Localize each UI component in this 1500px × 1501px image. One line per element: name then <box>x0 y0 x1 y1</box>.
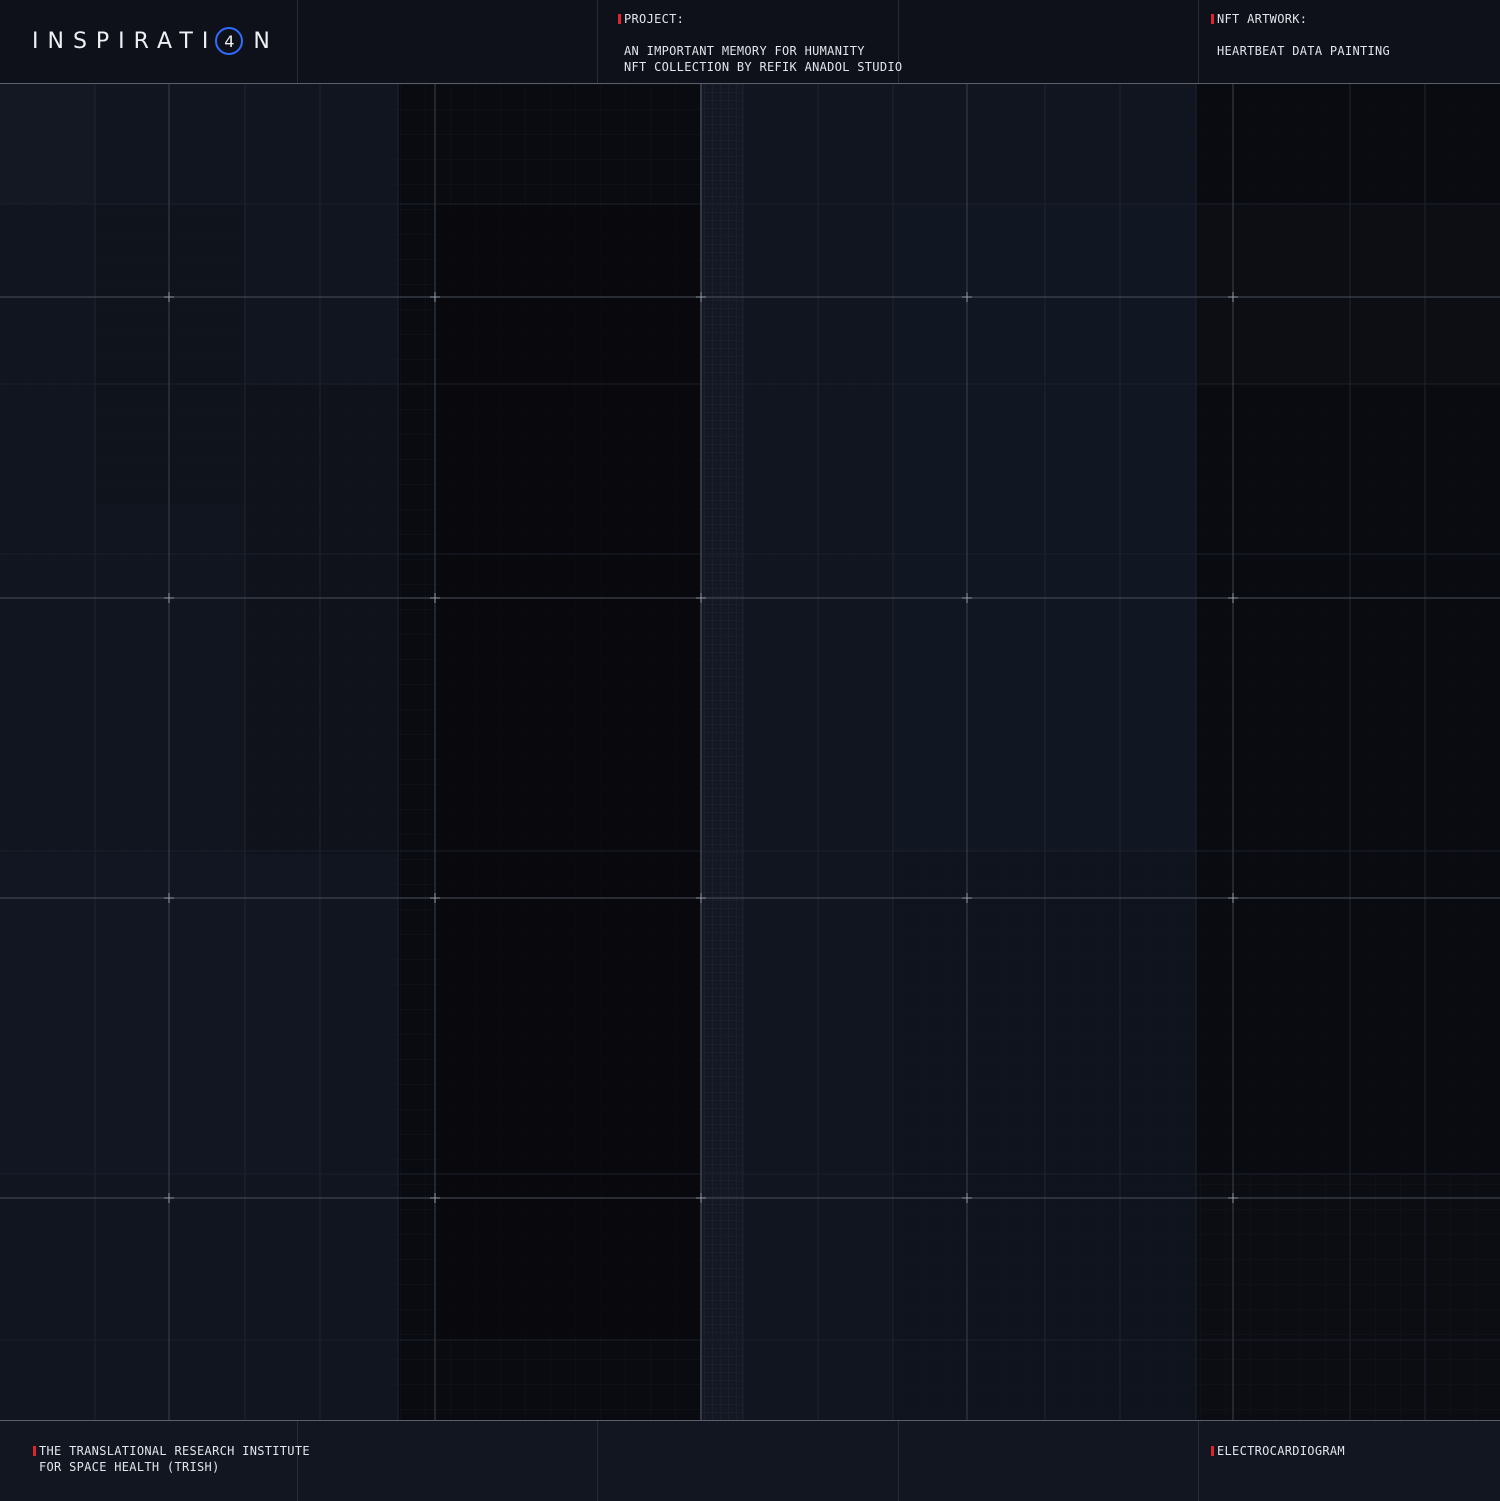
header-empty-cell-1 <box>298 0 598 83</box>
institute-line-2: FOR SPACE HEALTH (TRISH) <box>39 1460 220 1474</box>
logo-text-left: INSPIRATI <box>32 28 218 54</box>
heartbeat-data-painting <box>0 84 1500 1420</box>
footer-empty-cell-1 <box>298 1421 598 1501</box>
red-marker-icon <box>1211 1446 1214 1456</box>
inspiration4-logo[interactable]: INSPIRATI 4 N <box>32 27 279 55</box>
tone-block <box>436 204 701 1340</box>
project-line-1: AN IMPORTANT MEMORY FOR HUMANITY <box>624 44 865 58</box>
footer-empty-cell-3 <box>899 1421 1199 1501</box>
tone-block <box>95 204 245 504</box>
logo-text-right: N <box>253 28 279 54</box>
data-type-label: ELECTROCARDIOGRAM <box>1217 1444 1345 1458</box>
tone-block <box>1196 204 1500 384</box>
red-marker-icon <box>618 14 621 24</box>
data-type-cell: ELECTROCARDIOGRAM <box>1199 1421 1500 1501</box>
artwork-cell: NFT ARTWORK: HEARTBEAT DATA PAINTING <box>1199 0 1500 83</box>
footer-empty-cell-2 <box>598 1421 899 1501</box>
red-marker-icon <box>33 1446 36 1456</box>
footer-bar: THE TRANSLATIONAL RESEARCH INSTITUTE FOR… <box>0 1420 1500 1501</box>
project-cell: PROJECT: AN IMPORTANT MEMORY FOR HUMANIT… <box>598 0 903 83</box>
institute-cell: THE TRANSLATIONAL RESEARCH INSTITUTE FOR… <box>0 1421 310 1501</box>
institute-line-1: THE TRANSLATIONAL RESEARCH INSTITUTE <box>39 1444 310 1458</box>
project-heading: PROJECT: <box>624 12 685 26</box>
tone-block <box>245 384 398 854</box>
artwork-heading: NFT ARTWORK: <box>1217 12 1308 26</box>
tone-block <box>0 84 95 204</box>
logo-circle-4-icon: 4 <box>215 27 244 55</box>
logo-cell: INSPIRATI 4 N <box>0 0 298 83</box>
artwork-title: HEARTBEAT DATA PAINTING <box>1217 44 1391 58</box>
red-marker-icon <box>1211 14 1214 24</box>
project-line-2: NFT COLLECTION BY REFIK ANADOL STUDIO <box>624 60 903 74</box>
tone-block <box>0 854 320 1174</box>
header-empty-cell-2 <box>899 0 1199 83</box>
header-bar: INSPIRATI 4 N PROJECT: AN IMPORTANT MEMO… <box>0 0 1500 84</box>
